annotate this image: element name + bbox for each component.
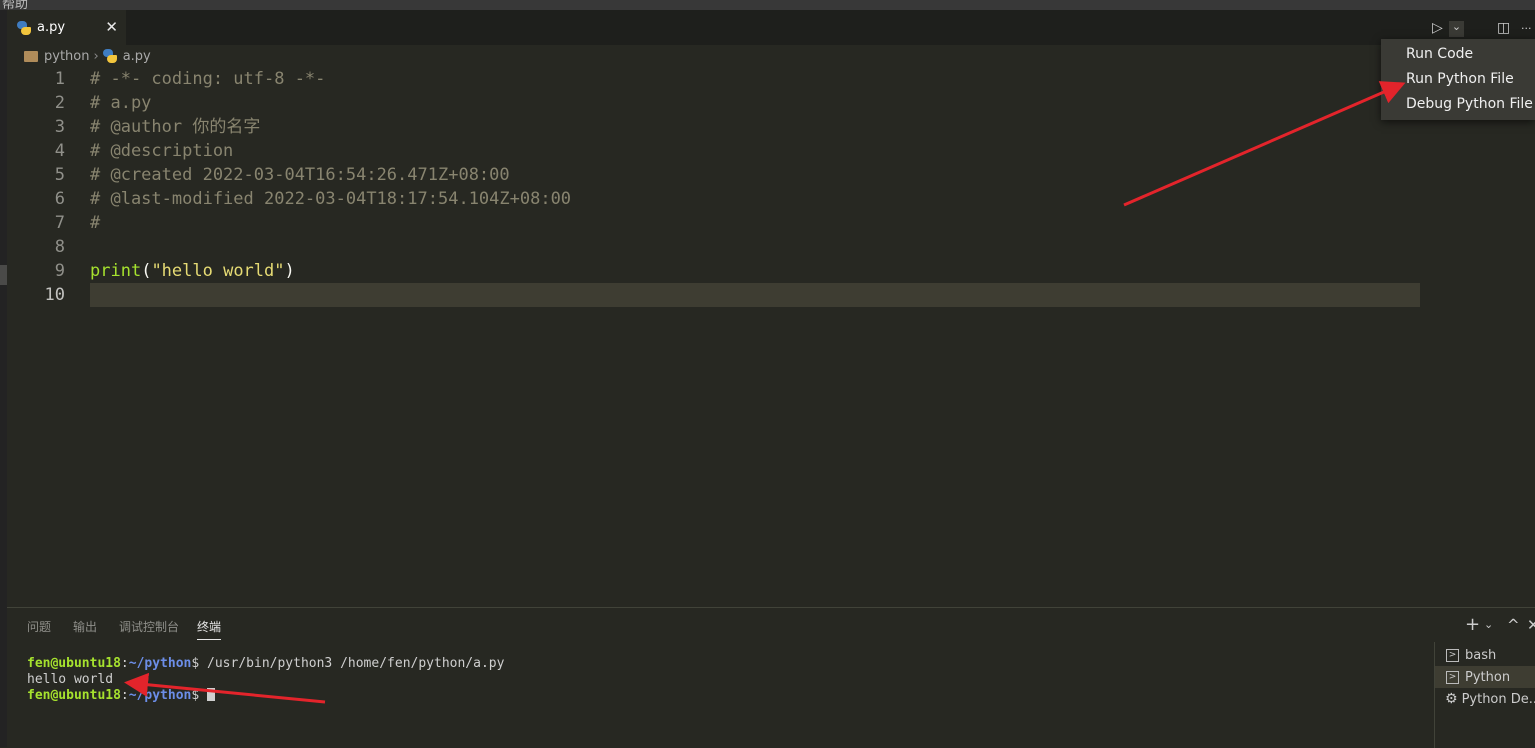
line-number: 2: [54, 93, 65, 113]
code-paren: ): [284, 261, 295, 281]
code-line: 6 # @last-modified 2022-03-04T18:17:54.10…: [7, 187, 1420, 211]
tab-output[interactable]: 输出: [73, 618, 97, 635]
tab-problems[interactable]: 问题: [27, 618, 51, 635]
code-line: 9 print("hello world"): [7, 259, 1420, 283]
tab-terminal[interactable]: 终端: [197, 618, 222, 640]
terminal-icon: >: [1446, 648, 1459, 662]
line-number: 1: [54, 69, 65, 89]
python-file-icon: [102, 49, 117, 63]
code-string: "hello world": [151, 261, 285, 281]
more-actions-icon[interactable]: ···: [1521, 22, 1532, 35]
line-number: 5: [54, 165, 65, 185]
code-line: 7 #: [7, 211, 1420, 235]
terminal-path: ~/python: [128, 656, 192, 671]
tab-a-py[interactable]: a.py ✕: [7, 10, 126, 45]
code-line: 2 # a.py: [7, 91, 1420, 115]
tab-bar: a.py ✕ ▷ ⌄ ◫ ···: [7, 10, 1535, 45]
activity-indicator: [0, 265, 7, 285]
run-menu: Run Code Run Python File Debug Python Fi…: [1381, 39, 1535, 120]
terminal-icon: >: [1446, 670, 1459, 684]
code-line: 1 # -*- coding: utf-8 -*-: [7, 67, 1420, 91]
terminal-colon: :: [120, 656, 129, 671]
code-text: print("hello world"): [90, 259, 295, 283]
line-number: 7: [54, 213, 65, 233]
terminal-output-line: hello world: [27, 672, 114, 687]
folder-icon: [24, 50, 38, 62]
code-text: #: [90, 213, 101, 233]
terminal-cursor: [207, 688, 216, 701]
close-icon[interactable]: ✕: [105, 18, 118, 36]
line-number: 4: [54, 141, 65, 161]
breadcrumb: python › a.py: [24, 47, 151, 65]
add-terminal-icon[interactable]: +: [1465, 614, 1480, 635]
terminal-item-python[interactable]: > Python: [1435, 666, 1535, 688]
line-number: 10: [44, 285, 65, 305]
line-number: 3: [54, 117, 65, 137]
menu-item-run-python-file[interactable]: Run Python File: [1406, 71, 1514, 87]
terminal-item-label: Python De...: [1461, 691, 1535, 707]
terminal-output[interactable]: fen@ubuntu18:~/python$ /usr/bin/python3 …: [27, 656, 504, 704]
code-function: print: [90, 261, 142, 281]
terminal-list: > bash > Python ⚙ Python De...: [1434, 642, 1535, 748]
menu-bar: 帮助: [0, 0, 1535, 10]
breadcrumb-file[interactable]: a.py: [123, 49, 151, 64]
bottom-panel: 问题 输出 调试控制台 终端 + ⌄ ^ ✕ fen@ubuntu18:~/py…: [7, 607, 1535, 748]
menu-help[interactable]: 帮助: [2, 0, 28, 10]
close-panel-icon[interactable]: ✕: [1527, 616, 1535, 634]
terminal-command: $ /usr/bin/python3 /home/fen/python/a.py: [191, 656, 505, 671]
python-file-icon: [17, 20, 31, 35]
code-text: # a.py: [90, 93, 152, 113]
terminal-item-python-debug[interactable]: ⚙ Python De...: [1435, 688, 1535, 710]
breadcrumb-folder[interactable]: python: [44, 49, 89, 64]
tab-debug-console[interactable]: 调试控制台: [119, 618, 179, 635]
terminal-user: fen@ubuntu18: [27, 656, 121, 671]
code-line: 5 # @created 2022-03-04T16:54:26.471Z+08:…: [7, 163, 1420, 187]
chevron-right-icon: ›: [93, 48, 99, 64]
code-line: 3 # @author 你的名字: [7, 115, 1420, 139]
terminal-path: ~/python: [128, 688, 192, 703]
terminal-item-label: Python: [1465, 669, 1511, 685]
terminal-colon: :: [120, 688, 129, 703]
code-text: # -*- coding: utf-8 -*-: [90, 69, 326, 89]
code-editor[interactable]: 1 # -*- coding: utf-8 -*- 2 # a.py 3 # @aut…: [7, 66, 1535, 606]
debug-gear-icon: ⚙: [1445, 691, 1458, 707]
run-dropdown-icon[interactable]: ⌄: [1449, 21, 1464, 37]
code-line: 8: [7, 235, 1420, 259]
tab-label: a.py: [37, 20, 66, 35]
code-text: # @author 你的名字: [90, 117, 261, 137]
code-line-current: 10: [45, 283, 1420, 307]
code-text: # @description: [90, 141, 234, 161]
code-text: # @last-modified 2022-03-04T18:17:54.104…: [90, 189, 572, 209]
split-editor-icon[interactable]: ◫: [1497, 20, 1510, 36]
line-number: 9: [54, 261, 65, 281]
code-text: # @created 2022-03-04T16:54:26.471Z+08:0…: [90, 165, 510, 185]
line-number: 8: [54, 237, 65, 257]
code-line: 4 # @description: [7, 139, 1420, 163]
code-paren: (: [141, 261, 152, 281]
chevron-down-icon[interactable]: ⌄: [1484, 618, 1493, 631]
terminal-item-bash[interactable]: > bash: [1435, 644, 1535, 666]
activity-bar-edge: [0, 10, 7, 747]
line-number: 6: [54, 189, 65, 209]
run-icon[interactable]: ▷: [1432, 20, 1443, 36]
terminal-prompt: $: [191, 688, 208, 703]
maximize-panel-icon[interactable]: ^: [1507, 616, 1520, 634]
menu-item-run-code[interactable]: Run Code: [1406, 46, 1473, 62]
terminal-item-label: bash: [1465, 647, 1497, 663]
menu-item-debug-python-file[interactable]: Debug Python File: [1406, 96, 1533, 112]
terminal-user: fen@ubuntu18: [27, 688, 121, 703]
